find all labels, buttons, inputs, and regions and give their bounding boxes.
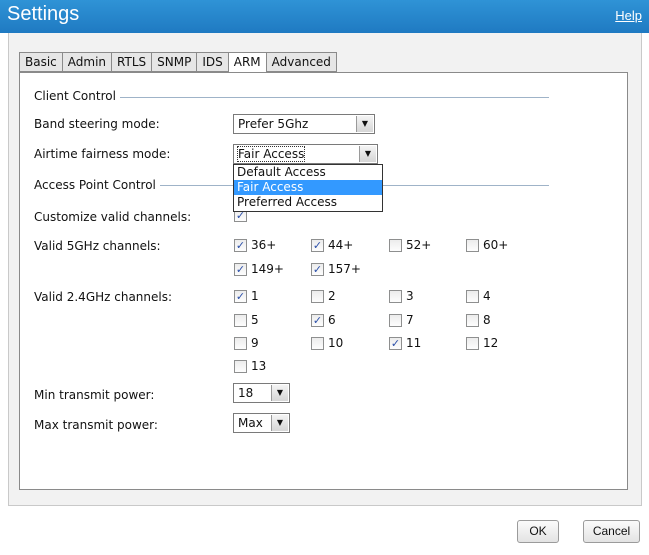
cancel-button[interactable]: Cancel	[583, 520, 640, 543]
band-steering-value: Prefer 5Ghz	[238, 117, 309, 131]
channel-5ghz-44[interactable]: ✓ 44+	[311, 238, 353, 252]
customize-channels-label: Customize valid channels:	[34, 210, 192, 224]
max-transmit-power-value: Max	[238, 416, 263, 430]
channel-24ghz-6[interactable]: ✓ 6	[311, 313, 336, 327]
chevron-down-icon: ▼	[356, 116, 373, 132]
channel-24ghz-12[interactable]: 12	[466, 336, 498, 350]
checkmark-icon: ✓	[234, 262, 247, 276]
checkmark-icon: ✓	[311, 238, 324, 252]
channel-24ghz-10[interactable]: 10	[311, 336, 343, 350]
help-link[interactable]: Help	[615, 8, 642, 23]
channel-24ghz-8[interactable]: 8	[466, 313, 491, 327]
airtime-fairness-dropdown: Default Access Fair Access Preferred Acc…	[233, 164, 383, 212]
checkmark-icon: ✓	[311, 313, 324, 327]
client-control-heading: Client Control	[34, 89, 120, 103]
valid-5ghz-label: Valid 5GHz channels:	[34, 239, 161, 253]
channel-24ghz-7[interactable]: 7	[389, 313, 414, 327]
channel-5ghz-157[interactable]: ✓ 157+	[311, 262, 361, 276]
tab-arm[interactable]: ARM	[227, 52, 266, 73]
checkmark-icon: ✓	[234, 289, 247, 303]
channel-24ghz-9[interactable]: 9	[234, 336, 259, 350]
tab-ids[interactable]: IDS	[196, 52, 228, 72]
airtime-fairness-value: Fair Access	[236, 146, 306, 162]
channel-5ghz-36[interactable]: ✓ 36+	[234, 238, 276, 252]
channel-24ghz-2[interactable]: 2	[311, 289, 336, 303]
ap-control-heading: Access Point Control	[34, 178, 160, 192]
channel-24ghz-11[interactable]: ✓ 11	[389, 336, 421, 350]
min-transmit-power-label: Min transmit power:	[34, 388, 155, 402]
checkmark-icon: ✓	[311, 262, 324, 276]
ok-button[interactable]: OK	[517, 520, 559, 543]
checkmark-icon: ✓	[234, 238, 247, 252]
tab-snmp[interactable]: SNMP	[151, 52, 197, 72]
title-bar: Settings Help	[0, 0, 649, 33]
valid-24ghz-label: Valid 2.4GHz channels:	[34, 290, 173, 304]
channel-5ghz-52[interactable]: 52+	[389, 238, 431, 252]
tab-admin[interactable]: Admin	[61, 52, 112, 72]
channel-24ghz-5[interactable]: 5	[234, 313, 259, 327]
airtime-fairness-label: Airtime fairness mode:	[34, 147, 171, 161]
min-transmit-power-select[interactable]: 18 ▼	[233, 383, 290, 403]
tab-rtls[interactable]: RTLS	[111, 52, 152, 72]
tab-advanced[interactable]: Advanced	[265, 52, 337, 72]
channel-5ghz-60[interactable]: 60+	[466, 238, 508, 252]
channel-24ghz-1[interactable]: ✓ 1	[234, 289, 259, 303]
channel-24ghz-3[interactable]: 3	[389, 289, 414, 303]
chevron-down-icon: ▼	[271, 385, 288, 401]
min-transmit-power-value: 18	[238, 386, 254, 400]
tab-bar: Basic Admin RTLS SNMP IDS ARM Advanced	[19, 52, 337, 73]
checkmark-icon: ✓	[389, 336, 402, 350]
option-preferred-access[interactable]: Preferred Access	[234, 195, 382, 210]
band-steering-label: Band steering mode:	[34, 117, 160, 131]
chevron-down-icon: ▼	[271, 415, 288, 431]
option-fair-access[interactable]: Fair Access	[234, 180, 382, 195]
channel-24ghz-4[interactable]: 4	[466, 289, 491, 303]
max-transmit-power-label: Max transmit power:	[34, 418, 158, 432]
chevron-down-icon: ▼	[359, 146, 376, 162]
channel-24ghz-13[interactable]: 13	[234, 359, 266, 373]
page-title: Settings	[7, 3, 80, 25]
option-default-access[interactable]: Default Access	[234, 165, 382, 180]
tab-basic[interactable]: Basic	[19, 52, 62, 72]
channel-5ghz-149[interactable]: ✓ 149+	[234, 262, 284, 276]
airtime-fairness-select[interactable]: Fair Access ▼	[233, 144, 378, 164]
max-transmit-power-select[interactable]: Max ▼	[233, 413, 290, 433]
band-steering-select[interactable]: Prefer 5Ghz ▼	[233, 114, 375, 134]
